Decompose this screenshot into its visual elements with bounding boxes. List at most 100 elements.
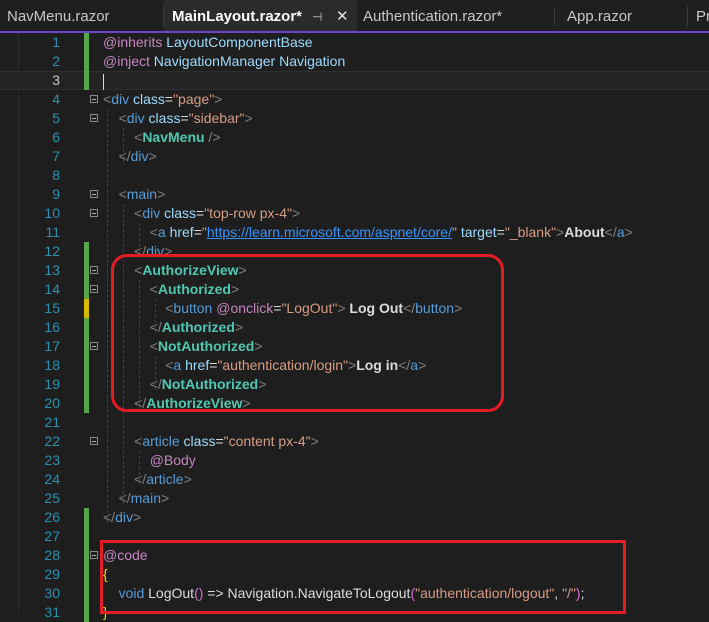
line-number: 3 <box>52 72 60 88</box>
collapse-icon[interactable] <box>90 551 98 559</box>
document-tab-bar: NavMenu.razor MainLayout.razor* ⊣ ✕ Auth… <box>0 0 709 33</box>
line-number: 4 <box>52 91 60 107</box>
tab-label: MainLayout.razor* <box>172 8 303 25</box>
line-number: 29 <box>44 566 60 582</box>
change-indicator <box>84 52 89 71</box>
code-token: > <box>183 471 192 487</box>
change-indicator <box>84 546 89 565</box>
code-text: </article> <box>103 470 192 489</box>
code-token: NavMenu <box>142 129 205 145</box>
collapse-icon[interactable] <box>90 209 98 217</box>
tab-mainlayout-razor[interactable]: MainLayout.razor* ⊣ ✕ <box>164 0 357 31</box>
code-token: class <box>164 205 197 221</box>
indent-guide <box>139 451 140 485</box>
code-token: > <box>157 186 166 202</box>
tab-authentication-razor[interactable]: Authentication.razor* <box>357 0 554 31</box>
code-text: @inherits LayoutComponentBase <box>103 33 313 52</box>
change-indicator <box>84 584 89 603</box>
code-line[interactable]: 3 <box>0 71 709 90</box>
collapse-icon[interactable] <box>90 437 98 445</box>
line-number: 14 <box>44 281 60 297</box>
collapse-icon[interactable] <box>90 285 98 293</box>
line-number: 18 <box>44 357 60 373</box>
code-token: > <box>624 224 633 240</box>
line-number: 31 <box>44 604 60 620</box>
change-indicator <box>84 33 89 52</box>
collapse-icon[interactable] <box>90 266 98 274</box>
pin-icon[interactable]: ⊣ <box>312 0 322 31</box>
line-number: 11 <box>45 224 60 240</box>
code-token: target <box>460 224 497 240</box>
tab-label: Pr <box>696 8 709 25</box>
code-token: < <box>103 91 112 107</box>
change-indicator <box>84 242 89 261</box>
code-line[interactable]: 4 <div class="page"> <box>0 90 709 109</box>
code-token: @inherits <box>103 34 167 50</box>
code-text: <div class="page"> <box>103 90 222 109</box>
line-number: 19 <box>44 376 60 392</box>
code-line[interactable]: 1 @inherits LayoutComponentBase <box>0 33 709 52</box>
code-token: < <box>149 224 158 240</box>
tab-navmenu-razor[interactable]: NavMenu.razor <box>0 0 163 31</box>
line-number: 25 <box>44 490 60 506</box>
annotation-box-code-block <box>100 540 626 614</box>
code-token: > <box>556 224 565 240</box>
code-line[interactable]: 2 @inject NavigationManager Navigation <box>0 52 709 71</box>
code-token: a <box>616 224 625 240</box>
code-token: > <box>161 490 170 506</box>
line-number: 16 <box>44 319 60 335</box>
collapse-icon[interactable] <box>90 190 98 198</box>
line-number: 15 <box>44 300 60 316</box>
code-token: = <box>193 224 202 240</box>
line-number: 21 <box>44 414 60 430</box>
line-number: 1 <box>52 34 60 50</box>
change-indicator <box>84 603 89 622</box>
change-indicator <box>84 280 89 299</box>
line-number: 2 <box>52 53 60 69</box>
change-indicator <box>84 375 89 394</box>
line-number: 13 <box>44 262 60 278</box>
code-token: < <box>118 186 127 202</box>
code-token: = <box>496 224 505 240</box>
line-number: 26 <box>44 509 60 525</box>
tab-app-razor[interactable]: App.razor <box>555 0 687 31</box>
code-token: "sidebar" <box>188 110 245 126</box>
code-editor[interactable]: 1 @inherits LayoutComponentBase 2 @inject N… <box>0 33 709 622</box>
line-number: 8 <box>52 167 60 183</box>
change-indicator <box>84 337 89 356</box>
code-token: main <box>126 186 158 202</box>
collapse-icon[interactable] <box>90 114 98 122</box>
code-token: class <box>183 433 216 449</box>
line-number: 10 <box>44 205 60 221</box>
code-token: LayoutComponentBase <box>166 34 313 50</box>
code-text: @inject NavigationManager Navigation <box>103 52 345 71</box>
code-token: > <box>148 148 157 164</box>
collapse-icon[interactable] <box>90 95 98 103</box>
code-token: article <box>146 471 184 487</box>
code-token: "content px-4" <box>223 433 311 449</box>
current-line-highlight <box>0 71 709 90</box>
line-number: 12 <box>44 243 60 259</box>
code-token: < <box>118 110 127 126</box>
code-token: "top-row px-4" <box>204 205 292 221</box>
code-token: @inject <box>103 53 154 69</box>
code-token: @Body <box>149 452 196 468</box>
code-token: = <box>196 205 205 221</box>
text-cursor <box>103 74 104 90</box>
code-token: > <box>310 433 319 449</box>
line-number: 6 <box>52 129 60 145</box>
code-token: </ <box>604 224 617 240</box>
code-token: article <box>142 433 184 449</box>
code-token: = <box>164 91 174 107</box>
code-text: <a href="https://learn.microsoft.com/asp… <box>103 223 633 242</box>
collapse-icon[interactable] <box>90 342 98 350</box>
close-icon[interactable]: ✕ <box>336 0 349 31</box>
code-text: <article class="content px-4"> <box>103 432 319 451</box>
code-token: div <box>111 91 133 107</box>
tab-overflow[interactable]: Pr <box>688 0 709 31</box>
code-token: "page" <box>173 91 215 107</box>
